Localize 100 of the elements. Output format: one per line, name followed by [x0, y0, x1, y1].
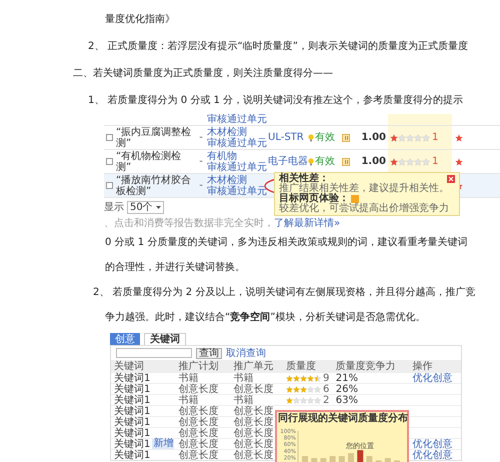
bid-text: 1.00: [361, 156, 386, 167]
column-header: 推广计划: [178, 360, 219, 372]
column-header: 关键词: [114, 360, 144, 372]
tab[interactable]: 关键词: [144, 333, 186, 345]
column-header: 操作: [412, 360, 432, 372]
score-text: 1: [432, 156, 438, 167]
close-icon[interactable]: [447, 175, 455, 183]
column-header: 推广单元: [233, 360, 274, 372]
score-text: 2: [323, 394, 330, 406]
row-checkbox[interactable]: [106, 158, 112, 165]
search-field[interactable]: [116, 348, 192, 358]
plan-text: 书籍: [178, 394, 199, 406]
unit-link[interactable]: 审核通过单元: [207, 162, 268, 172]
list-item-text: 2、 正式质量度：若浮层没有提示“临时质量度”，则表示关键词的质量度为正式质量度: [87, 40, 469, 54]
unit-text: 创意长度: [233, 438, 274, 450]
row-checkbox[interactable]: [106, 134, 112, 141]
keyword-text: 关键词1: [114, 372, 150, 384]
unit-link[interactable]: 审核通过单元: [207, 186, 268, 196]
pause-icon[interactable]: [342, 134, 350, 142]
tab[interactable]: 创意: [110, 333, 140, 345]
plan-text: 创意长度: [178, 384, 219, 394]
popup-title: 同行展现的关键词质量度分布: [278, 413, 406, 424]
optimize-link[interactable]: 优化创意: [412, 372, 452, 384]
unit-text: 创意长度: [233, 428, 274, 438]
keyword-text: “振内豆腐调整检测”: [116, 126, 192, 148]
unit-text: 创意长度: [233, 450, 274, 460]
keyword-text: 关键词1: [114, 394, 150, 406]
tag-link[interactable]: 电子电器: [268, 156, 308, 167]
bar: [366, 456, 372, 462]
badge: 新增: [152, 439, 174, 449]
keyword-text: 关键词1: [114, 428, 150, 438]
bar: [338, 456, 345, 462]
bar: [320, 458, 326, 462]
score-text: 6: [323, 384, 330, 394]
plan-text: 书籍: [178, 372, 199, 384]
unit-link[interactable]: 木材检测: [207, 126, 268, 138]
keyword-text: 关键词1: [114, 406, 150, 416]
bid-text: 1.00: [361, 132, 386, 143]
star-icon: [455, 134, 463, 142]
tooltip-text: 推广结果相关性差，建议提升相关性。: [279, 184, 450, 194]
optimize-link[interactable]: 优化创意: [412, 450, 452, 460]
keyword-text: 关键词1: [114, 450, 150, 460]
percent-text: 21%: [336, 372, 358, 384]
list-item-text: 2、 若质量度得分为 2 分及以上，说明关键词有左侧展现资格，并且得分越高，推广竞争力越强。此时，建议结合“竞争空间”模块，分析关键词是否急需优化。: [93, 286, 476, 325]
keyword-text: 关键词1: [114, 384, 150, 394]
optimize-link[interactable]: 优化创意: [412, 438, 452, 450]
tag-link[interactable]: UL-STR: [268, 132, 304, 143]
percent-text: 26%: [336, 384, 358, 394]
tooltip-title: 相关性差：: [279, 174, 329, 184]
unit-text: 创意长度: [233, 406, 274, 416]
list-item-text: 1、 若质量度得分为 0 分或 1 分，说明关键词没有推左这个，参考质量度得分的提示: [87, 94, 464, 108]
bar: [384, 458, 391, 462]
plan-text: -: [199, 156, 203, 167]
tooltip-title: 目标网页体验：: [279, 194, 349, 204]
note-text: 、点击和消费等报告数据非完全实时，: [104, 218, 274, 229]
cancel-search-link[interactable]: 取消查询: [226, 348, 266, 358]
plan-text: 创意长度: [178, 406, 219, 416]
caret-icon: [156, 206, 161, 209]
unit-link[interactable]: 审核通过单元: [207, 138, 268, 148]
row-checkbox[interactable]: [106, 182, 112, 189]
plan-text: 创意长度: [178, 438, 219, 450]
keyword-text: “有机物检测检测”: [116, 150, 182, 172]
bar: [311, 458, 318, 462]
page-size-label: 显示: [104, 202, 124, 213]
keyword-text: 关键词1: [114, 438, 150, 450]
paragraph-text: 量度优化指南》: [104, 12, 176, 27]
search-button[interactable]: 查询: [196, 348, 222, 358]
unit-text: 创意长度: [233, 416, 274, 428]
bar: [302, 456, 308, 462]
column-header: 质量度: [286, 360, 316, 372]
paragraph-text: 0 分或 1 分质量度的关键词，多为违反相关政策或规则的词，建议看重考量关键词的合理性，并进行关键词替换。: [105, 236, 468, 275]
tooltip-text: 较差优化，可尝试提高出价增强竞争力: [279, 204, 450, 214]
status-text: 有效: [315, 132, 335, 143]
details-link[interactable]: 了解最新详情»: [274, 218, 340, 229]
page-size-select[interactable]: 50个: [127, 201, 164, 214]
keyword-text: 关键词1: [114, 416, 150, 428]
star-icon: [455, 158, 463, 166]
plan-text: 创意长度: [178, 428, 219, 438]
plan-text: -: [199, 132, 203, 143]
score-text: 1: [432, 132, 438, 143]
column-header: 质量度竞争力: [336, 360, 396, 372]
section-heading: 二、若关键词质量度为正式质量度，则关注质量度得分——: [72, 66, 334, 81]
bar: [348, 453, 354, 462]
plan-text: 创意长度: [178, 450, 219, 460]
bulb-icon: [308, 134, 314, 142]
score-text: 9: [323, 372, 330, 384]
bar: [357, 450, 364, 462]
unit-link[interactable]: 有机物: [207, 150, 268, 162]
unit-text: 书籍: [233, 372, 254, 384]
pause-icon[interactable]: [342, 158, 350, 166]
keyword-text: “播放南竹材胶合板检测”: [116, 174, 192, 196]
plan-text: 创意长度: [178, 416, 219, 428]
percent-text: 63%: [336, 394, 358, 406]
status-text: 有效: [315, 156, 335, 167]
unit-text: 创意长度: [233, 384, 274, 394]
y-axis: [280, 429, 298, 462]
bulb-icon: [308, 158, 314, 166]
unit-link[interactable]: 木材检测: [207, 174, 268, 186]
unit-text: 书籍: [233, 394, 254, 406]
bar: [330, 456, 336, 462]
